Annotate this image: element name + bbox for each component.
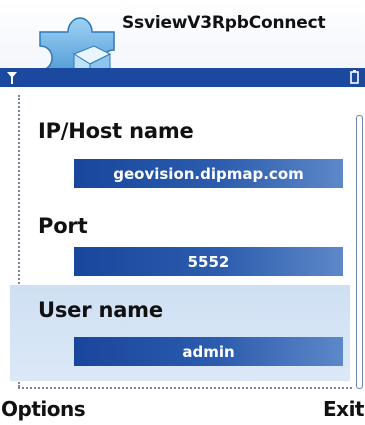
user-name-field[interactable]: admin: [74, 337, 343, 366]
phone-screen: SsviewV3RpbConnect IP/Host name geovisio…: [0, 0, 365, 425]
user-name-label: User name: [38, 298, 163, 322]
battery-icon: [350, 70, 359, 84]
softkey-bar: Options Exit: [0, 395, 365, 425]
signal-antenna-icon: [7, 72, 17, 84]
status-bar: [0, 68, 365, 87]
bottom-divider: [18, 387, 352, 389]
options-softkey[interactable]: Options: [1, 397, 86, 421]
port-label: Port: [38, 214, 88, 238]
scrollbar[interactable]: [356, 115, 363, 389]
settings-form: IP/Host name geovision.dipmap.com Port 5…: [0, 87, 365, 395]
exit-softkey[interactable]: Exit: [323, 397, 364, 421]
host-name-field[interactable]: geovision.dipmap.com: [74, 159, 343, 188]
app-title: SsviewV3RpbConnect: [122, 13, 326, 33]
port-field[interactable]: 5552: [74, 247, 343, 276]
host-name-label: IP/Host name: [38, 119, 194, 143]
